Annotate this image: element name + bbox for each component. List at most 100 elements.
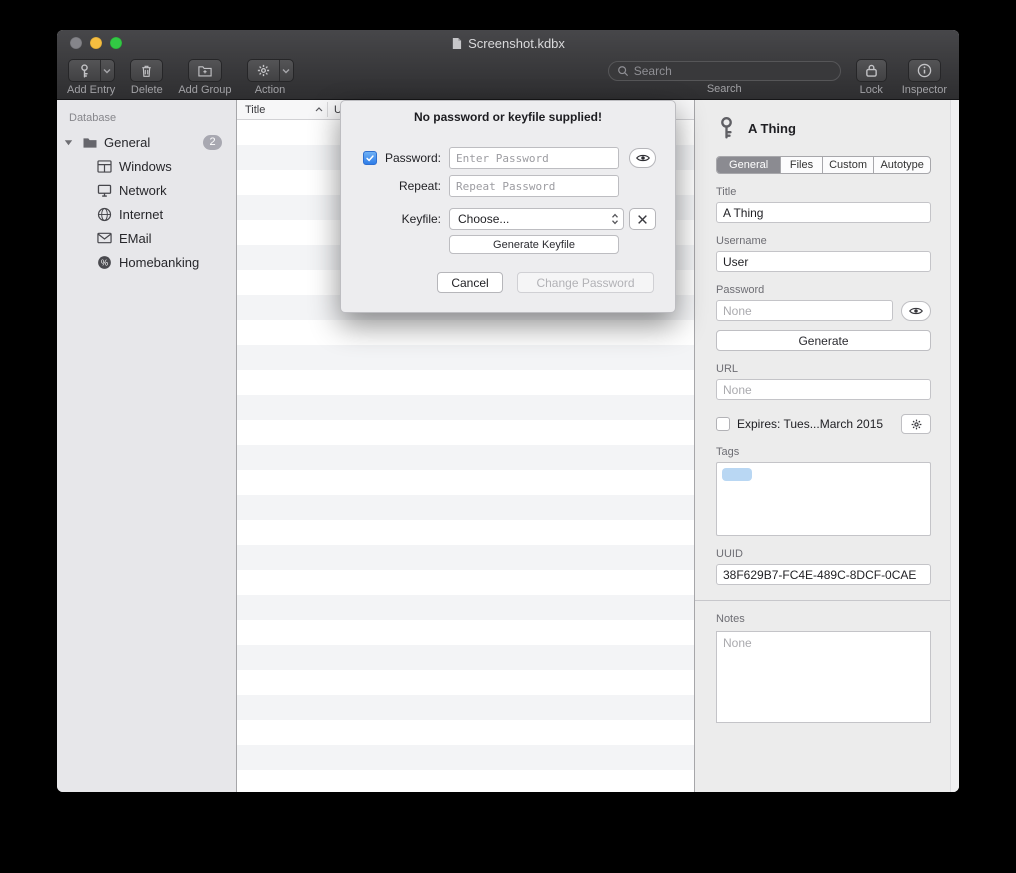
repeat-label: Repeat: — [377, 179, 441, 193]
titlebar[interactable]: Screenshot.kdbx — [57, 30, 959, 56]
sidebar-item-label: Homebanking — [119, 255, 199, 270]
chevron-down-icon[interactable] — [100, 60, 114, 81]
keyfile-popup[interactable]: Choose... — [449, 208, 624, 230]
inspector-label: Inspector — [902, 84, 947, 96]
tab-autotype[interactable]: Autotype — [874, 157, 930, 173]
uuid-field[interactable] — [716, 564, 931, 585]
change-password-dialog: No password or keyfile supplied! Passwor… — [340, 100, 676, 313]
cancel-button[interactable]: Cancel — [437, 272, 503, 293]
entry-header: A Thing — [716, 112, 931, 144]
tag-chip[interactable] — [722, 468, 752, 481]
lock-icon — [865, 63, 878, 78]
document-icon — [451, 37, 462, 50]
lock-label: Lock — [860, 84, 883, 96]
sidebar-group-general[interactable]: General 2 — [57, 130, 236, 154]
percent-coin-icon: % — [96, 254, 113, 271]
sidebar-item-windows[interactable]: Windows — [57, 154, 236, 178]
search-input[interactable] — [634, 64, 832, 78]
username-field[interactable] — [716, 251, 931, 272]
search-icon — [617, 65, 629, 77]
action-button[interactable] — [247, 59, 294, 82]
windows-icon — [96, 158, 113, 175]
keyfile-popup-value: Choose... — [458, 212, 611, 226]
notes-label: Notes — [716, 613, 931, 625]
repeat-password-input[interactable] — [449, 175, 619, 197]
gear-icon — [248, 60, 279, 81]
sidebar-item-email[interactable]: EMail — [57, 226, 236, 250]
trash-icon — [139, 63, 154, 79]
reveal-password-button[interactable] — [629, 148, 656, 168]
sidebar-item-network[interactable]: Network — [57, 178, 236, 202]
key-icon — [69, 60, 100, 81]
keyfile-row: Keyfile: Choose... — [363, 208, 675, 230]
toolbar-lock: Lock — [856, 59, 887, 96]
add-group-button[interactable] — [188, 59, 222, 82]
toolbar-add-entry: Add Entry — [67, 59, 115, 96]
title-field-label: Title — [716, 186, 931, 198]
folder-plus-icon — [197, 63, 213, 78]
title-field[interactable] — [716, 202, 931, 223]
search-field[interactable] — [608, 61, 841, 81]
expires-options-button[interactable] — [901, 414, 931, 434]
delete-label: Delete — [131, 84, 163, 96]
generate-password-button[interactable]: Generate — [716, 330, 931, 351]
repeat-row: Repeat: — [363, 175, 675, 197]
clear-keyfile-button[interactable] — [629, 208, 656, 230]
search-label: Search — [707, 83, 742, 95]
generate-keyfile-button[interactable]: Generate Keyfile — [449, 235, 619, 254]
delete-button[interactable] — [130, 59, 163, 82]
check-icon — [365, 153, 375, 163]
sidebar-item-internet[interactable]: Internet — [57, 202, 236, 226]
change-password-button[interactable]: Change Password — [517, 272, 654, 293]
url-field[interactable] — [716, 379, 931, 400]
key-icon — [716, 116, 737, 140]
app-window: Screenshot.kdbx Add Entry — [57, 30, 959, 792]
entry-title: A Thing — [748, 121, 796, 136]
tab-general[interactable]: General — [717, 157, 781, 173]
uuid-label: UUID — [716, 548, 931, 560]
sidebar-item-label: EMail — [119, 231, 152, 246]
sidebar-item-homebanking[interactable]: % Homebanking — [57, 250, 236, 274]
notes-field[interactable] — [716, 631, 931, 723]
column-separator[interactable] — [327, 102, 328, 117]
window-title-text: Screenshot.kdbx — [468, 36, 565, 51]
expires-checkbox[interactable] — [716, 417, 730, 431]
globe-icon — [96, 206, 113, 223]
svg-text:%: % — [101, 258, 108, 267]
inspector-scrollbar[interactable] — [950, 100, 959, 792]
sidebar-item-label: Internet — [119, 207, 163, 222]
minimize-button[interactable] — [90, 37, 102, 49]
password-row: Password: — [363, 147, 675, 169]
toolbar-delete: Delete — [130, 59, 163, 96]
lock-button[interactable] — [856, 59, 887, 82]
group-count-badge: 2 — [203, 135, 222, 150]
password-field[interactable] — [716, 300, 893, 321]
window-title: Screenshot.kdbx — [451, 36, 565, 51]
tab-custom[interactable]: Custom — [823, 157, 875, 173]
inspector-button[interactable] — [908, 59, 941, 82]
password-checkbox[interactable] — [363, 151, 377, 165]
add-group-label: Add Group — [178, 84, 231, 96]
column-header-title[interactable]: Title — [237, 104, 265, 116]
password-field-label: Password — [716, 284, 931, 296]
network-icon — [96, 182, 113, 199]
expires-label: Expires: Tues...March 2015 — [737, 417, 894, 431]
toolbar-action: Action — [247, 59, 294, 96]
chevron-down-icon[interactable] — [279, 60, 293, 81]
zoom-button[interactable] — [110, 37, 122, 49]
reveal-password-button[interactable] — [901, 301, 931, 321]
tags-field[interactable] — [716, 462, 931, 536]
expires-row: Expires: Tues...March 2015 — [716, 414, 931, 434]
password-label: Password: — [377, 151, 441, 165]
toolbar-search: Search — [608, 59, 841, 95]
gear-icon — [910, 418, 923, 431]
password-input[interactable] — [449, 147, 619, 169]
disclosure-triangle-icon[interactable] — [64, 139, 75, 146]
close-button[interactable] — [70, 37, 82, 49]
tab-files[interactable]: Files — [781, 157, 822, 173]
sidebar: Database General 2 Windows — [57, 100, 237, 792]
password-row — [716, 300, 931, 321]
add-entry-button[interactable] — [68, 59, 115, 82]
eye-icon — [635, 153, 651, 163]
email-icon — [96, 230, 113, 247]
